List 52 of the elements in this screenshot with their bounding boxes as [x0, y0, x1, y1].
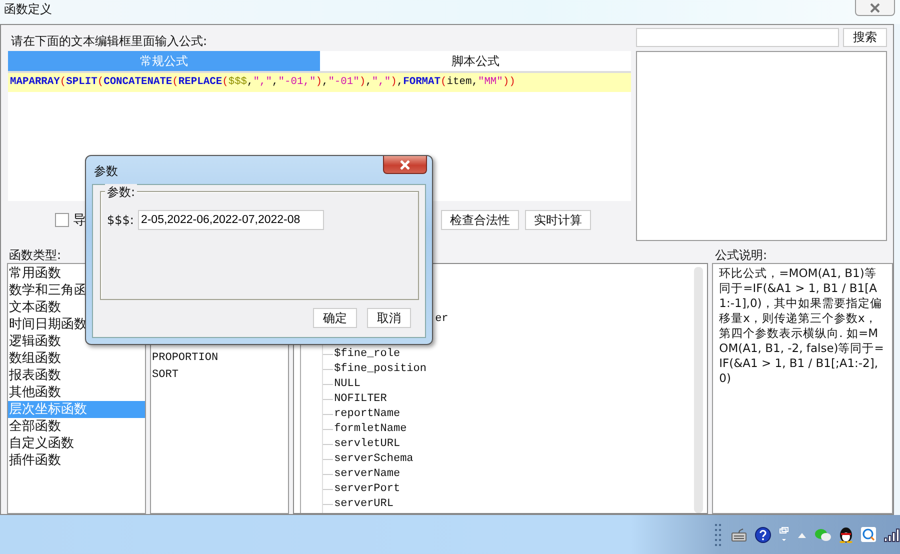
tree-item[interactable]: $fine_position [334, 362, 426, 377]
grip-icon [715, 524, 723, 546]
tree-item[interactable]: NULL [334, 377, 360, 392]
function-name-item[interactable]: SORT [151, 367, 288, 384]
search-field[interactable] [636, 28, 840, 47]
tree-item[interactable]: serverURL [334, 497, 394, 512]
dialog-button[interactable]: 取消 [367, 308, 411, 328]
function-type-item[interactable]: 数组函数 [8, 350, 146, 367]
keyboard-icon[interactable] [731, 528, 747, 542]
function-name-item[interactable]: PROPORTION [151, 350, 288, 367]
chat-icon[interactable] [815, 528, 831, 542]
close-icon [399, 160, 411, 170]
tree-item[interactable]: serverName [334, 467, 400, 482]
tree-item[interactable]: $fine_role [334, 347, 400, 362]
group-label: 参数: [105, 184, 138, 201]
function-type-item[interactable]: 报表函数 [8, 367, 146, 384]
penguin-icon[interactable] [839, 526, 853, 543]
help-icon[interactable] [755, 526, 771, 542]
checkbox[interactable] [55, 213, 69, 227]
up-arrow-icon[interactable] [797, 530, 807, 538]
tree-item[interactable]: serverSchema [334, 452, 414, 467]
tree-item[interactable]: servletURL [334, 437, 400, 452]
description-text: 环比公式，=MOM(A1, B1)等同于=IF(&A1 > 1, B1 / B1[A1:-1],0)，其中如果需要指定偏移量x，则传递第三个参数x，第四个参数表示横纵向. 如=MOM(A1, B1, -2, false)等同于=IF(&A1 > 1, B1 / B1[;A1:-2], 0) [719, 266, 885, 386]
function-type-item[interactable]: 其他函数 [8, 384, 146, 401]
close-button[interactable] [383, 156, 427, 174]
function-type-label: 函数类型: [9, 247, 62, 263]
close-button[interactable] [855, 0, 895, 16]
parameter-label: $$$: [107, 213, 134, 227]
window-title: 函数定义 [3, 1, 52, 18]
tree-item[interactable]: serverPort [334, 482, 400, 497]
scrollbar[interactable] [694, 267, 704, 513]
tree-item[interactable]: formletName [334, 422, 407, 437]
formula-tab[interactable]: 脚本公式 [320, 51, 632, 71]
function-type-item[interactable]: 全部函数 [8, 418, 146, 435]
windows-icon[interactable] [779, 526, 789, 542]
tree-item[interactable]: er [435, 312, 448, 327]
dialog-button[interactable]: 确定 [313, 308, 357, 328]
checkbox-label: 导 [73, 212, 86, 229]
tree-item[interactable]: NOFILTER [334, 392, 387, 407]
signal-icon [884, 528, 900, 542]
close-icon [868, 2, 882, 12]
function-type-item[interactable]: 插件函数 [8, 452, 146, 469]
search-button[interactable]: 搜索 [843, 28, 887, 47]
description-label: 公式说明: [715, 247, 768, 263]
tree-item[interactable]: reportName [334, 407, 400, 422]
dialog-title: 参数 [93, 163, 118, 180]
prompt-label: 请在下面的文本编辑框里面输入公式: [10, 33, 208, 50]
function-type-item[interactable]: 自定义函数 [8, 435, 146, 452]
parameter-field[interactable]: 2-05,2022-06,2022-07,2022-08 [138, 210, 324, 230]
formula-text: MAPARRAY(SPLIT(CONCATENATE(REPLACE($$$,",","-01,"),"-01"),","),FORMAT(item,"MM")) [8, 73, 632, 92]
action-button[interactable]: 实时计算 [525, 210, 591, 230]
action-button[interactable]: 检查合法性 [441, 210, 519, 230]
